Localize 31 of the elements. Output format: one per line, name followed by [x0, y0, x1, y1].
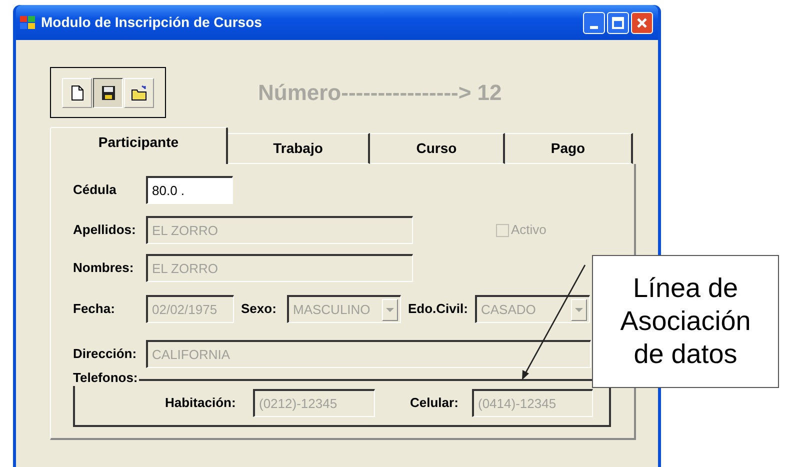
minimize-icon — [590, 26, 598, 28]
field-label: Nombres: — [73, 259, 135, 278]
tab[interactable]: Participante — [50, 127, 228, 164]
tab[interactable]: Pago — [505, 133, 633, 164]
maximize-button[interactable] — [607, 12, 629, 34]
field-label: Cédula — [73, 181, 118, 200]
tab[interactable]: Curso — [370, 133, 505, 164]
field-label: Celular: — [410, 394, 460, 412]
maximize-icon — [612, 16, 624, 28]
field-label: Sexo: — [241, 300, 278, 318]
tab[interactable]: Trabajo — [228, 133, 370, 164]
group-title: Telefonos: — [73, 370, 139, 386]
new-document-icon — [69, 84, 85, 100]
folder-icon — [131, 84, 147, 100]
checkbox-label: Activo — [511, 221, 546, 240]
field-label: Habitación: — [165, 394, 237, 412]
record-number: Número----------------> 12 — [258, 79, 502, 107]
input-field[interactable]: 80.0 . — [146, 176, 233, 204]
toolbar-button[interactable] — [93, 78, 123, 108]
field-label: Edo.Civil: — [408, 300, 469, 318]
app-icon — [19, 14, 37, 30]
field-label: Apellidos: — [73, 221, 137, 240]
close-button[interactable] — [631, 12, 653, 34]
window-title: Modulo de Inscripción de Cursos — [41, 13, 263, 32]
dropdown-arrow-icon — [386, 308, 394, 312]
close-icon — [636, 16, 648, 28]
dropdown-arrow-icon — [575, 308, 583, 312]
field-label: Fecha: — [73, 300, 116, 318]
callout-text: Línea de Asociación de datos — [619, 272, 752, 371]
minimize-button[interactable] — [583, 12, 605, 34]
field-label: Dirección: — [73, 345, 138, 364]
